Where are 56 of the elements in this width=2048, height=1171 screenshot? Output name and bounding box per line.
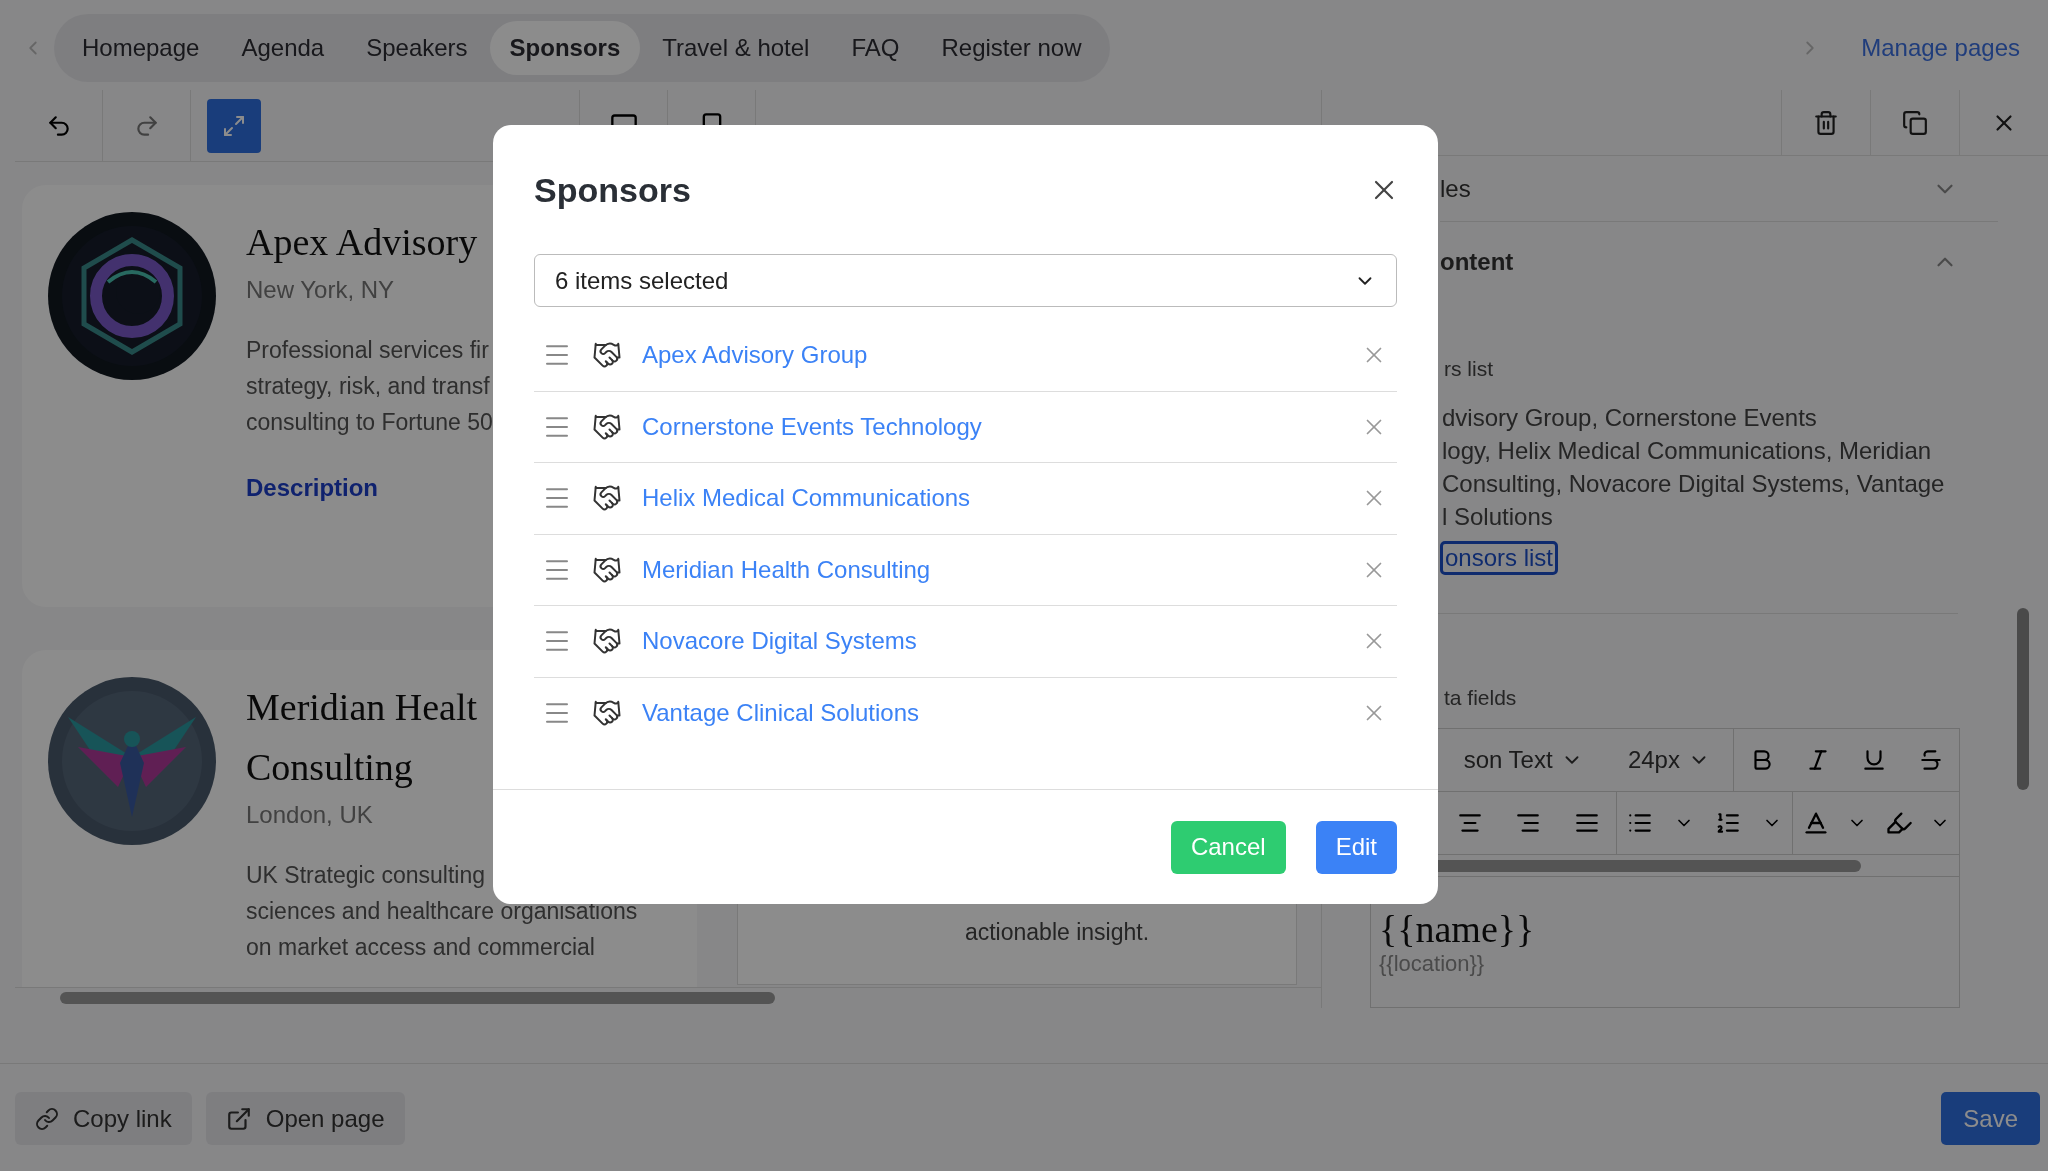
manage-pages-link[interactable]: Manage pages xyxy=(1861,34,2020,62)
name-placeholder-token: {{name}} xyxy=(1379,907,1536,951)
page-tab[interactable]: Travel & hotel xyxy=(642,21,830,75)
sponsor-name: Meridian Healt xyxy=(246,685,478,730)
highlighter-icon[interactable] xyxy=(1884,809,1913,837)
copy-link-button[interactable]: Copy link xyxy=(15,1092,192,1145)
sponsor-description: on market access and commercial xyxy=(246,933,595,962)
handshake-icon xyxy=(592,340,622,371)
page-tab[interactable]: FAQ xyxy=(831,21,920,75)
sponsor-link[interactable]: Vantage Clinical Solutions xyxy=(642,699,1341,728)
accordion-header[interactable]: les xyxy=(1440,156,1998,222)
handshake-icon xyxy=(592,626,622,657)
accordion-header[interactable]: ontent xyxy=(1440,222,1998,302)
scrollbar-thumb[interactable] xyxy=(60,992,775,1004)
sponsor-description: strategy, risk, and transf xyxy=(246,372,490,401)
expand-button[interactable] xyxy=(207,98,261,153)
handshake-icon xyxy=(592,483,622,514)
field-label: ta fields xyxy=(1444,686,1517,710)
open-page-button[interactable]: Open page xyxy=(205,1092,405,1145)
sponsor-link[interactable]: Helix Medical Communications xyxy=(642,484,1341,513)
edit-sponsors-link[interactable]: onsors list xyxy=(1440,541,1559,575)
description-link[interactable]: Description xyxy=(246,474,379,502)
location-placeholder-token: {{location}} xyxy=(1379,951,1486,977)
page-tab[interactable]: Agenda xyxy=(221,21,345,75)
scrollbar-thumb[interactable] xyxy=(2017,608,2029,790)
sponsor-location: New York, NY xyxy=(246,276,395,304)
sponsor-location: London, UK xyxy=(246,801,373,829)
sponsor-name: Apex Advisory xyxy=(246,220,478,265)
sponsor-description: UK Strategic consulting xyxy=(246,861,486,890)
edit-button[interactable]: Edit xyxy=(1315,820,1397,874)
font-select[interactable]: son Text xyxy=(1457,745,1589,775)
sponsor-link[interactable]: Cornerstone Events Technology xyxy=(642,412,1341,441)
sponsor-link[interactable]: Meridian Health Consulting xyxy=(642,555,1341,584)
link-icon xyxy=(35,1106,59,1131)
page-tab[interactable]: Sponsors xyxy=(489,21,641,75)
copy-icon xyxy=(1902,109,1928,136)
external-link-icon xyxy=(225,1105,252,1132)
sponsor-description: sciences and healthcare organisations xyxy=(246,897,638,926)
page-tab[interactable]: Speakers xyxy=(346,21,488,75)
dialog-title: Sponsors xyxy=(534,170,691,210)
save-button[interactable]: Save xyxy=(1941,1092,2040,1145)
sponsor-description: Professional services fir xyxy=(246,336,489,365)
sponsor-description: actionable insight. xyxy=(964,919,1150,946)
page-tab[interactable]: Register now xyxy=(921,21,1102,75)
sponsors-summary: dvisory Group, Cornerstone Events logy, Helix Medical Communications, Meridian Consulting, Novacore Digital Systems, Vantage l Solutions xyxy=(1442,403,1945,532)
page-tab[interactable]: Homepage xyxy=(62,21,220,75)
trash-icon xyxy=(1813,109,1839,136)
sponsor-name: Consulting xyxy=(246,745,413,790)
expand-icon xyxy=(222,113,246,138)
field-label: rs list xyxy=(1444,357,1493,381)
sponsor-link[interactable]: Novacore Digital Systems xyxy=(642,627,1341,656)
sponsor-link[interactable]: Apex Advisory Group xyxy=(642,341,1341,370)
sponsors-select[interactable]: 6 items selected xyxy=(534,254,1397,307)
size-select[interactable]: 24px xyxy=(1621,745,1716,775)
sponsor-description: consulting to Fortune 50 xyxy=(246,408,493,437)
handshake-icon xyxy=(592,698,622,729)
